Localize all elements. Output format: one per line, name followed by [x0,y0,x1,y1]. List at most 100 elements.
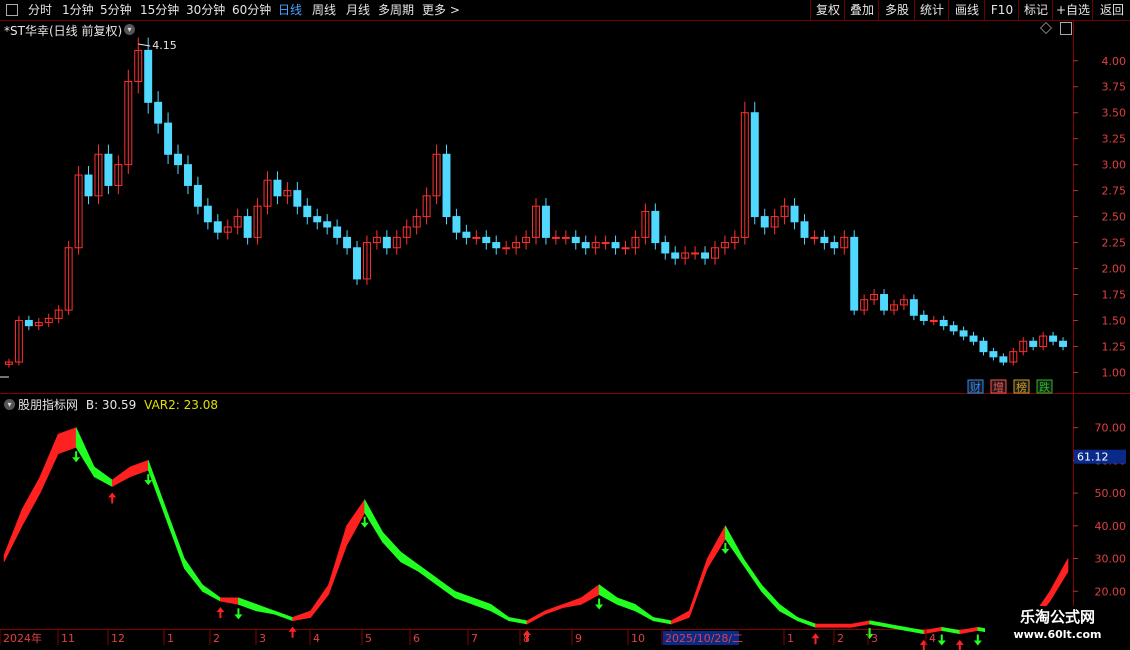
candle-body-55 [551,236,560,239]
candle-body-92 [919,314,928,321]
candle-body-48 [482,236,491,244]
candle-body-14 [144,49,153,103]
badge-2: 榜 [1016,380,1027,394]
time-label-16: 3 [871,632,878,645]
ind-tick-label-5: 20.00 [1095,585,1127,598]
candle-body-10 [104,153,113,186]
ribbon-segment-52 [941,626,961,635]
ribbon-segment-14 [256,603,275,615]
candle-body-70 [701,252,710,259]
badge-3: 跌 [1039,380,1050,394]
ribbon-segment-26 [472,597,492,612]
candle-body-81 [810,236,819,239]
candle-body-57 [571,236,580,244]
ribbon-segment-28 [508,617,528,625]
ind-tick-label-3: 40.00 [1095,520,1127,533]
price-tick-label-3: 3.25 [1102,133,1127,146]
candle-body-62 [621,247,630,250]
buy-arrow-53 [955,639,964,650]
ind-tick-label-4: 30.00 [1095,553,1127,566]
ribbon-segment-41 [743,557,762,593]
candle-body-83 [830,242,839,249]
candle-body-69 [691,252,700,255]
candle-body-85 [850,236,859,311]
ribbon-segment-19 [346,498,365,546]
ribbon-segment-3 [57,427,77,455]
price-tick-label-7: 2.25 [1102,237,1127,250]
candle-body-67 [671,252,680,259]
high-price-label: 4.15 [152,39,177,52]
candle-body-24 [243,216,252,238]
time-label-7: 5 [365,632,372,645]
candle-body-15 [154,101,163,124]
candle-body-19 [193,184,202,207]
ribbon-segment-8 [147,460,167,520]
candle-body-56 [561,236,570,239]
time-label-10: 8 [523,632,530,645]
price-tick-label-1: 3.75 [1102,81,1127,94]
ribbon-segment-17 [310,583,329,619]
ribbon-segment-20 [364,499,384,544]
time-label-3: 1 [167,632,174,645]
candle-body-17 [174,153,182,166]
ribbon-segment-48 [869,620,888,628]
stock-chart: 4.00 3.75 3.50 3.25 3.00 2.75 2.50 2.25 2.00 1.75… [0,20,1130,650]
candle-body-38 [382,236,391,249]
candle-body-103 [1029,340,1038,347]
candle-body-97 [969,335,978,342]
price-tick-label-10: 1.50 [1102,314,1127,327]
ribbon-segment-58 [1049,558,1069,603]
candle-body-91 [909,299,918,316]
candle-body-32 [323,221,332,228]
ribbon-segment-53 [959,626,979,635]
price-tick-label-12: 1.00 [1102,366,1127,379]
candle-body-46 [462,231,471,238]
candle-body-82 [820,236,829,244]
price-tick-label-11: 1.25 [1102,340,1127,353]
ribbon-segment-42 [761,583,780,612]
ribbon-segment-43 [779,603,798,622]
time-label-1: 11 [61,632,75,645]
price-tick-label-2: 3.50 [1102,107,1127,120]
ribbon-segment-39 [707,525,726,570]
ribbon-segment-16 [292,610,311,622]
time-label-17: 4 [929,632,936,645]
candle-body-80 [800,221,809,238]
ribbon-segment-30 [544,603,564,615]
ribbon-segment-33 [598,584,618,605]
ribbon-segment-24 [436,577,456,599]
candle-body-30 [303,205,312,218]
ind-tick-label-2: 50.00 [1095,487,1127,500]
candle-body-95 [949,325,958,332]
ribbon-segment-23 [418,564,438,586]
candle-body-96 [959,330,968,337]
candle-body-21 [213,221,222,233]
time-label-11: 9 [575,632,582,645]
ribbon-segment-15 [274,610,293,622]
ribbon-segment-36 [652,617,672,625]
time-label-9: 7 [471,632,478,645]
ribbon-segment-1 [21,476,41,526]
candle-body-106 [1059,340,1068,347]
sell-arrow-33 [595,598,604,610]
candle-body-18 [183,164,192,186]
sell-arrow-52 [937,634,946,646]
ribbon-segment-29 [526,610,546,625]
ind-tick-label-0: 70.00 [1095,422,1127,435]
time-label-13: 2025/10/28/二 [665,632,743,645]
buy-arrow-45 [811,633,820,645]
time-label-12: 10 [631,632,645,645]
ribbon-segment-44 [797,617,816,628]
price-tick-label-4: 3.00 [1102,159,1127,172]
ribbon-segment-27 [490,603,510,622]
ribbon-segment-38 [688,558,708,618]
candle-body-100 [999,356,1008,363]
candle-body-54 [541,205,550,238]
sell-arrow-4 [72,451,81,463]
candle-body-29 [293,190,302,207]
candle-body-35 [353,247,361,280]
candle-body-65 [651,210,660,244]
price-tick-label-9: 1.75 [1102,289,1127,302]
sell-arrow-40 [721,542,730,554]
ribbon-segment-4 [75,427,95,478]
